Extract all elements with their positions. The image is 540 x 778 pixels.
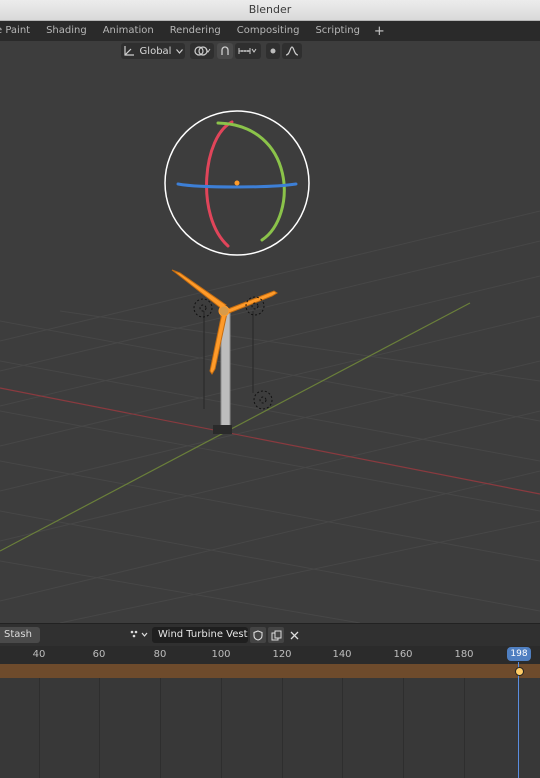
ruler-label: 40 bbox=[32, 649, 46, 660]
snap-increment-icon bbox=[238, 45, 258, 57]
summary-channel[interactable] bbox=[0, 664, 540, 678]
grid-line bbox=[39, 678, 40, 778]
unlink-action-button[interactable] bbox=[286, 627, 302, 643]
action-editor-header: Stash Wind Turbine Vesta... bbox=[0, 623, 540, 646]
grid-line bbox=[342, 678, 343, 778]
close-icon bbox=[290, 631, 298, 639]
pivot-icon bbox=[193, 45, 211, 57]
tab-shading[interactable]: Shading bbox=[38, 21, 95, 41]
ruler-label: 180 bbox=[454, 649, 474, 660]
grid-line bbox=[464, 678, 465, 778]
proportional-falloff-dropdown[interactable] bbox=[282, 43, 302, 59]
window-titlebar: Blender bbox=[0, 0, 540, 21]
playhead[interactable] bbox=[518, 662, 519, 778]
ruler-label: 60 bbox=[92, 649, 106, 660]
ruler-label: 80 bbox=[153, 649, 167, 660]
action-name-field[interactable]: Wind Turbine Vesta... bbox=[152, 627, 248, 643]
empty-object[interactable] bbox=[253, 390, 273, 410]
viewport-canvas[interactable] bbox=[0, 41, 540, 623]
add-workspace-button[interactable]: + bbox=[368, 24, 391, 39]
ruler-label: 160 bbox=[393, 649, 413, 660]
proportional-editing-toggle[interactable] bbox=[266, 43, 280, 59]
proportional-icon bbox=[269, 47, 277, 55]
x-axis-line bbox=[0, 387, 540, 495]
tab-animation[interactable]: Animation bbox=[95, 21, 162, 41]
ruler-label: 120 bbox=[272, 649, 292, 660]
frame-ruler[interactable]: 40 60 80 100 120 140 160 180 198 bbox=[0, 646, 540, 664]
action-icon bbox=[130, 630, 148, 638]
transform-orientation-dropdown[interactable]: Global bbox=[121, 43, 185, 59]
duplicate-action-button[interactable] bbox=[268, 627, 284, 643]
shield-icon bbox=[253, 629, 263, 641]
window-title: Blender bbox=[248, 3, 292, 16]
snap-target-dropdown[interactable] bbox=[235, 43, 261, 59]
falloff-icon bbox=[285, 46, 299, 56]
viewport-header: Global bbox=[0, 41, 540, 61]
fake-user-button[interactable] bbox=[250, 627, 266, 643]
current-frame-indicator[interactable]: 198 bbox=[507, 647, 531, 661]
ruler-label: 100 bbox=[211, 649, 231, 660]
grid-line bbox=[282, 678, 283, 778]
chevron-down-icon bbox=[176, 48, 184, 54]
keyframe-marker[interactable] bbox=[515, 667, 524, 676]
pivot-point-dropdown[interactable] bbox=[190, 43, 214, 59]
ruler-label: 140 bbox=[332, 649, 352, 660]
grid-line bbox=[160, 678, 161, 778]
rotation-gizmo[interactable] bbox=[164, 110, 310, 256]
tab-compositing[interactable]: Compositing bbox=[229, 21, 308, 41]
action-selector: Wind Turbine Vesta... bbox=[128, 627, 302, 643]
tab-scripting[interactable]: Scripting bbox=[307, 21, 367, 41]
3d-viewport[interactable] bbox=[0, 41, 540, 623]
stash-button[interactable]: Stash bbox=[0, 627, 40, 643]
tab-rendering[interactable]: Rendering bbox=[162, 21, 229, 41]
snap-icon bbox=[219, 45, 231, 57]
orientation-icon bbox=[123, 45, 135, 57]
keyframe-area[interactable] bbox=[0, 678, 540, 778]
tab-texture-paint[interactable]: e Paint bbox=[0, 21, 38, 41]
y-axis-line bbox=[0, 302, 471, 552]
orientation-label: Global bbox=[139, 45, 172, 57]
workspace-tabs: e Paint Shading Animation Rendering Comp… bbox=[0, 21, 540, 41]
action-browse-button[interactable] bbox=[128, 629, 150, 641]
grid-line bbox=[99, 678, 100, 778]
grid-line bbox=[221, 678, 222, 778]
empty-object[interactable] bbox=[193, 298, 213, 318]
snap-toggle[interactable] bbox=[217, 43, 233, 59]
copy-icon bbox=[271, 630, 281, 640]
floor-grid bbox=[0, 210, 540, 623]
grid-line bbox=[403, 678, 404, 778]
